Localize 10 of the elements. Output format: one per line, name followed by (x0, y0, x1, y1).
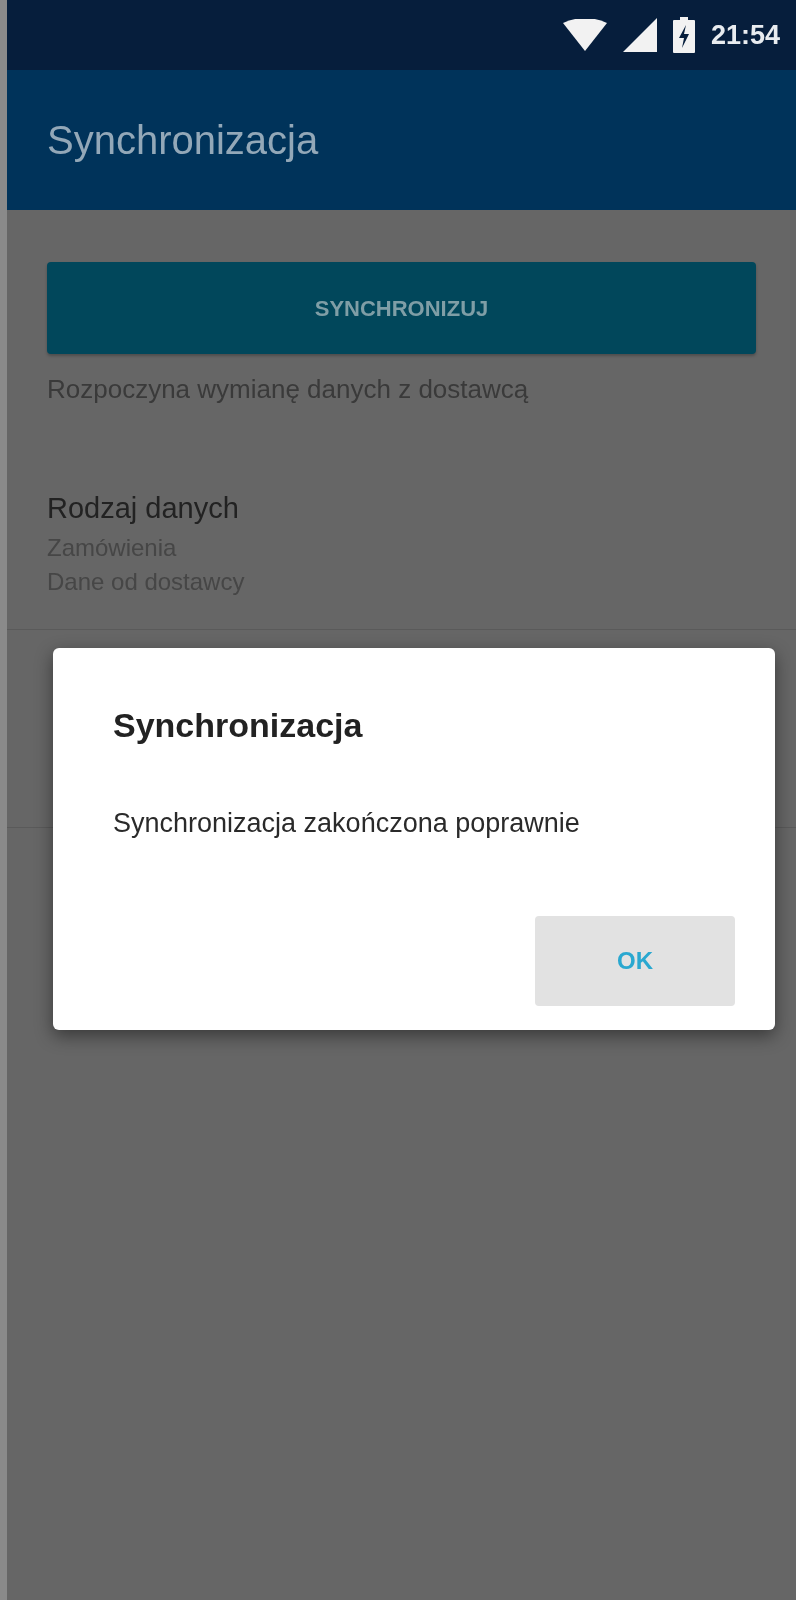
wifi-icon (562, 19, 607, 51)
dialog-message: Synchronizacja zakończona poprawnie (113, 807, 581, 840)
dialog-button[interactable]: OK (535, 916, 735, 1006)
app-bar-title: Synchronizacja (47, 117, 319, 164)
data-type-title: Rodzaj danych (47, 491, 240, 526)
battery-charging-icon (672, 17, 695, 53)
sync-button[interactable]: SYNCHRONIZUJ (47, 262, 756, 354)
signal-icon (622, 18, 657, 52)
dialog-title: Synchronizacja (113, 705, 364, 746)
clock-time: 21:54 (710, 18, 780, 52)
